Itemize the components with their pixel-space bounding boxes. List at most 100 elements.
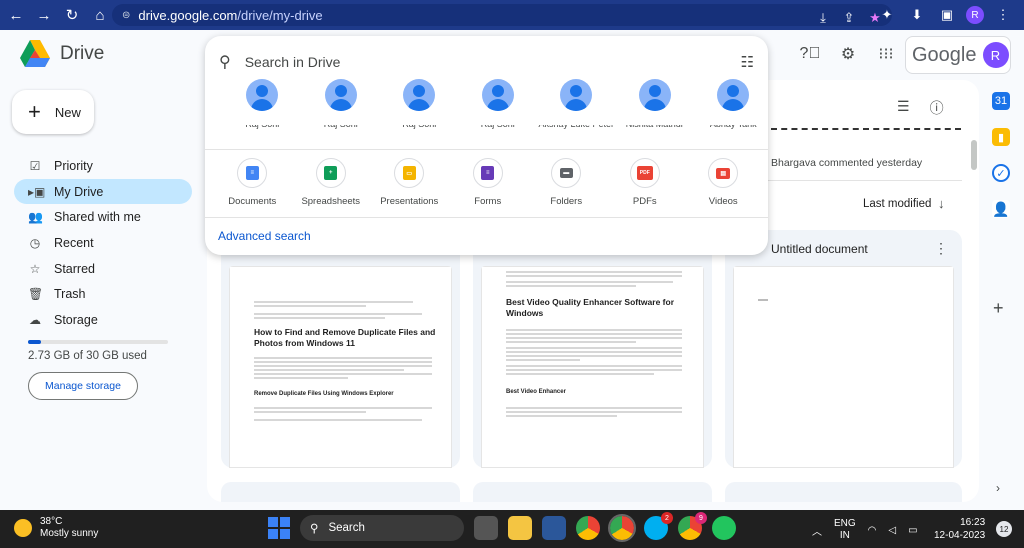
advanced-search-link[interactable]: Advanced search: [218, 229, 311, 243]
wifi-icon[interactable]: ◠: [868, 525, 877, 536]
divider: [205, 149, 768, 150]
sidebar-item-trash[interactable]: 🗑 Trash: [14, 281, 192, 307]
person-chip[interactable]: Abhay Tank: [694, 79, 773, 141]
search-icon[interactable]: ⚲: [219, 52, 231, 72]
sort-direction-arrow-icon[interactable]: ↓: [938, 196, 945, 211]
filter-videos[interactable]: ▤ Videos: [684, 158, 763, 207]
chrome-alt-icon[interactable]: 9: [678, 512, 707, 540]
filter-folders[interactable]: ▬ Folders: [527, 158, 606, 207]
sidebar-item-storage[interactable]: ☁ Storage: [14, 307, 192, 333]
sidebar-item-label: Storage: [54, 312, 98, 327]
taskbar-search[interactable]: ⚲ Search: [300, 515, 464, 541]
person-chip[interactable]: Raj Soni: [223, 79, 302, 141]
get-addons-plus-icon[interactable]: +: [993, 298, 1004, 319]
sidebar-item-label: Starred: [54, 261, 95, 276]
info-icon[interactable]: ⓘ: [930, 98, 944, 118]
side-panel-icon[interactable]: ▣: [936, 4, 958, 26]
word-icon[interactable]: [542, 516, 566, 540]
notification-count-badge[interactable]: 12: [996, 521, 1012, 537]
file-card[interactable]: How to Find and Remove Duplicate Files a…: [221, 230, 460, 468]
more-options-icon[interactable]: ⋮: [934, 240, 948, 257]
browser-profile-avatar[interactable]: R: [966, 6, 984, 24]
filter-pdfs[interactable]: PDF PDFs: [606, 158, 685, 207]
install-app-icon[interactable]: ⤓: [812, 7, 834, 29]
home-icon[interactable]: ⌂: [88, 3, 112, 27]
activity-comment: Bhargava commented yesterday: [771, 157, 923, 169]
manage-storage-button[interactable]: Manage storage: [28, 372, 138, 400]
person-chip[interactable]: Raj Soni: [380, 79, 459, 141]
keep-icon[interactable]: ▮: [992, 128, 1010, 146]
chevron-up-icon[interactable]: ︿: [812, 523, 822, 538]
file-thumbnail: Best Video Quality Enhancer Software for…: [481, 266, 704, 468]
sidebar-item-shared[interactable]: 👥 Shared with me: [14, 204, 192, 230]
language-indicator[interactable]: ENG IN: [834, 518, 856, 542]
calendar-icon[interactable]: 31: [992, 92, 1010, 110]
search-input[interactable]: [244, 54, 705, 70]
filter-forms[interactable]: ≡ Forms: [449, 158, 528, 207]
browser-menu-icon[interactable]: ⋮: [992, 4, 1014, 26]
priority-icon: ☑: [29, 158, 41, 173]
person-name: Raj Soni: [323, 119, 358, 129]
account-avatar[interactable]: R: [982, 42, 1009, 68]
video-icon: ▤: [716, 167, 731, 179]
back-arrow-icon[interactable]: ←: [4, 3, 28, 27]
help-icon[interactable]: ?⃝: [798, 42, 822, 66]
url-path: /drive/my-drive: [237, 7, 323, 23]
sidebar-item-starred[interactable]: ☆ Starred: [14, 256, 192, 282]
storage-meter-fill: [28, 340, 41, 344]
sidebar-item-recent[interactable]: ◷ Recent: [14, 230, 192, 256]
filter-documents[interactable]: ≡ Documents: [213, 158, 292, 207]
plus-icon: +: [28, 99, 41, 124]
account-switcher[interactable]: Google R: [905, 36, 1011, 74]
drive-logo[interactable]: Drive: [20, 40, 104, 68]
person-chip[interactable]: Nishita Mathur: [616, 79, 695, 141]
system-clock[interactable]: 16:23 12-04-2023: [934, 516, 985, 542]
new-button[interactable]: + New: [12, 90, 94, 134]
sidebar-item-priority[interactable]: ☑ Priority: [14, 153, 192, 179]
sort-last-modified[interactable]: Last modified: [863, 198, 931, 210]
person-chip[interactable]: Raj Soni: [302, 79, 381, 141]
volume-icon[interactable]: ◁: [888, 525, 896, 536]
file-explorer-icon[interactable]: [508, 516, 532, 540]
file-card[interactable]: Untitled document ⋮: [725, 230, 962, 468]
share-icon[interactable]: ⇪: [838, 7, 860, 29]
scrollbar-thumb[interactable]: [971, 140, 977, 170]
file-card[interactable]: [473, 482, 712, 502]
address-bar[interactable]: ⊜ drive.google.com/drive/my-drive ⤓ ⇪ ★: [112, 4, 892, 26]
sidebar-item-my-drive[interactable]: ▸▣ My Drive: [14, 178, 192, 205]
notification-badge: 9: [695, 512, 707, 524]
person-chip[interactable]: Raj Soni: [459, 79, 538, 141]
apps-grid-icon[interactable]: ⁝⁝⁝: [874, 42, 898, 66]
site-info-icon[interactable]: ⊜: [122, 10, 130, 21]
chrome-icon[interactable]: [576, 516, 600, 540]
filter-label: Presentations: [380, 196, 439, 207]
skype-icon[interactable]: 2: [644, 512, 673, 540]
filter-label: Folders: [550, 196, 583, 207]
weather-widget[interactable]: 38°C Mostly sunny: [14, 516, 98, 540]
downloads-icon[interactable]: ⬇: [906, 4, 928, 26]
settings-gear-icon[interactable]: ⚙: [836, 42, 860, 66]
person-chip[interactable]: Akshay Luke Peter: [537, 79, 616, 141]
list-view-icon[interactable]: ☰: [897, 98, 910, 118]
forward-arrow-icon[interactable]: →: [32, 3, 56, 27]
windows-start-icon[interactable]: [268, 517, 290, 539]
person-avatar-icon: [324, 79, 357, 111]
expand-panel-chevron-icon[interactable]: ›: [996, 481, 1000, 495]
globe-app-icon[interactable]: [712, 516, 736, 540]
file-card[interactable]: [221, 482, 460, 502]
battery-icon[interactable]: ▭: [908, 525, 917, 536]
filter-presentations[interactable]: ▭ Presentations: [370, 158, 449, 207]
tasks-icon[interactable]: ✓: [992, 164, 1010, 182]
sidebar-item-label: Trash: [54, 287, 86, 302]
drive-icon: ▸▣: [28, 184, 46, 199]
task-view-icon[interactable]: [474, 516, 498, 540]
contacts-icon[interactable]: 👤: [992, 200, 1010, 218]
person-name: Akshay Luke Peter: [538, 119, 615, 129]
search-filter-icon[interactable]: ☷: [741, 53, 754, 71]
chrome-profile-icon[interactable]: [608, 514, 636, 542]
file-card[interactable]: Best Video Quality Enhancer Software for…: [473, 230, 712, 468]
extensions-icon[interactable]: ✦: [876, 4, 898, 26]
reload-icon[interactable]: ↻: [60, 3, 84, 27]
filter-spreadsheets[interactable]: + Spreadsheets: [292, 158, 371, 207]
file-card[interactable]: [725, 482, 962, 502]
